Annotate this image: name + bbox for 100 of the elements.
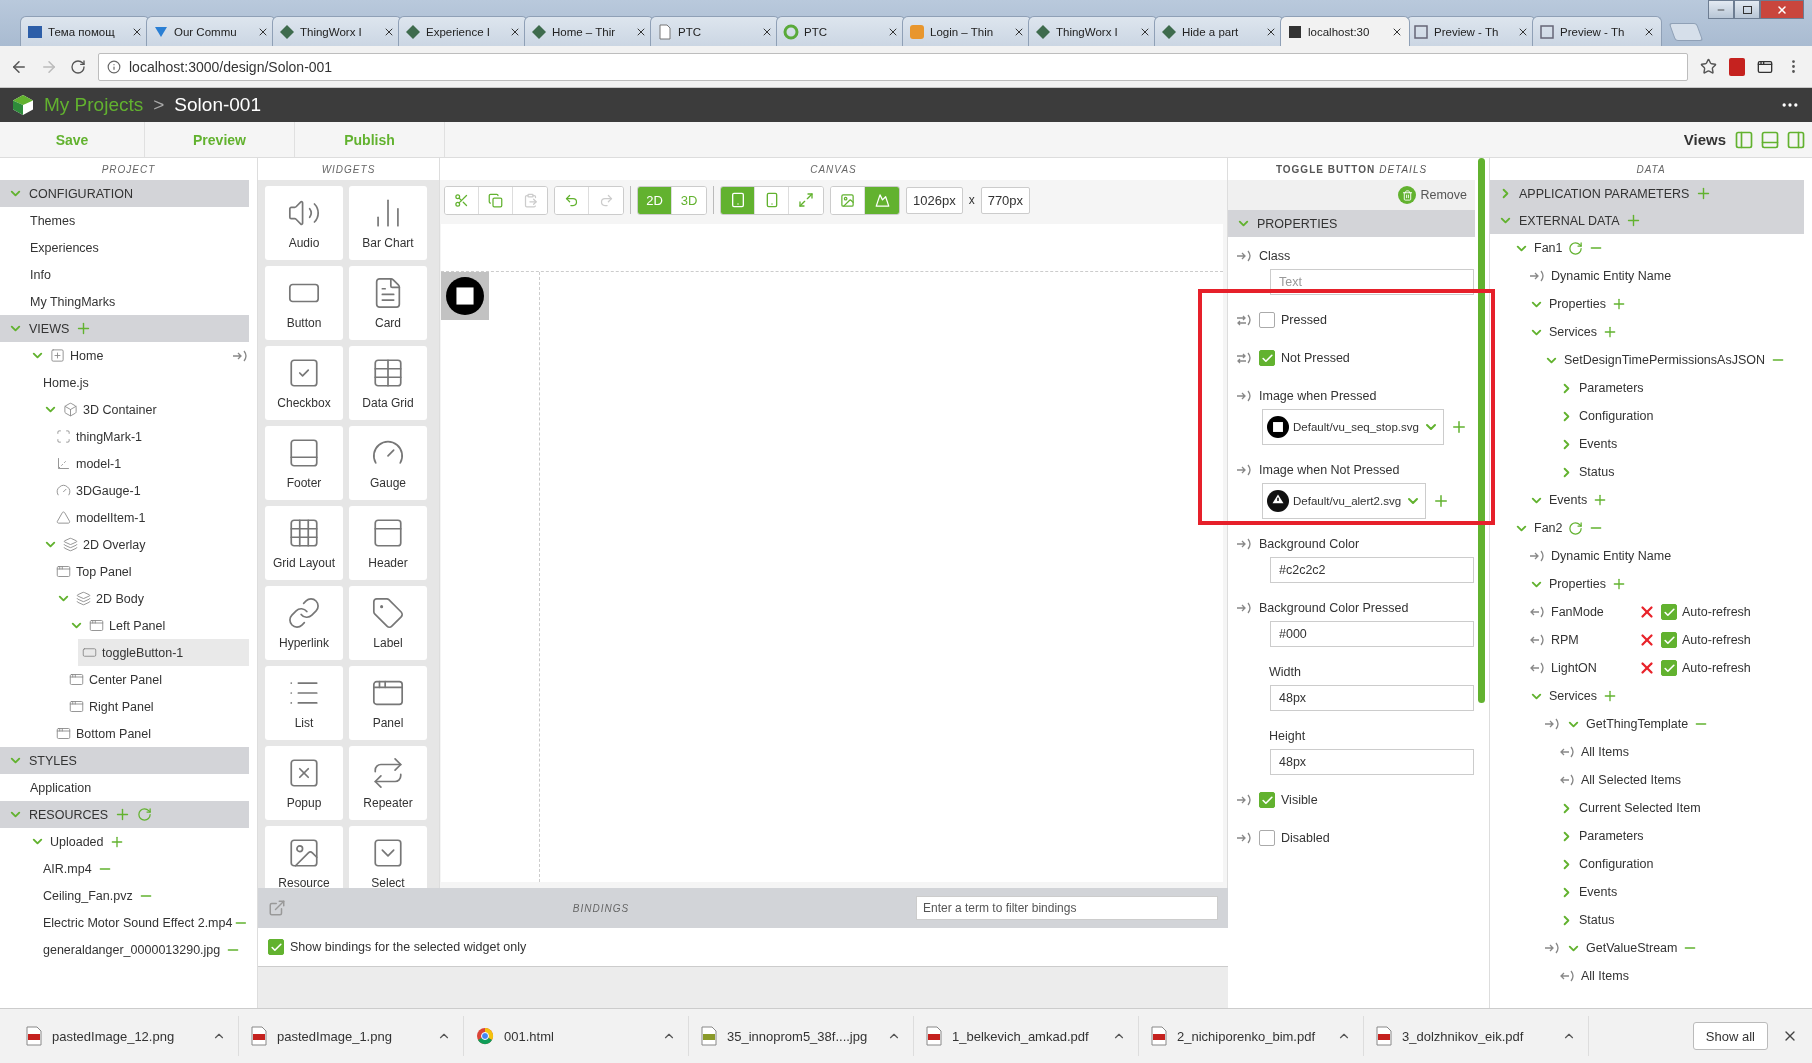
remove-button[interactable]: Remove <box>1398 186 1467 204</box>
tree-item[interactable]: All Items <box>1555 962 1804 990</box>
widget-tile[interactable]: Card <box>349 266 427 340</box>
tree-item[interactable]: 2D Body <box>52 585 249 612</box>
tree-item[interactable]: Properties <box>1525 290 1804 318</box>
widget-tile[interactable]: Footer <box>265 426 343 500</box>
tree-item[interactable]: Info <box>26 261 249 288</box>
tree-item[interactable]: modelItem-1 <box>52 504 249 531</box>
widget-tile[interactable]: Select <box>349 826 427 888</box>
section-header[interactable]: RESOURCES <box>0 801 249 828</box>
section-header[interactable]: VIEWS <box>0 315 249 342</box>
tree-item[interactable]: Configuration <box>1555 402 1804 430</box>
tree-item[interactable]: Right Panel <box>65 693 249 720</box>
tree-item[interactable]: Center Panel <box>65 666 249 693</box>
widget-tile[interactable]: Data Grid <box>349 346 427 420</box>
tree-item[interactable]: Application <box>26 774 249 801</box>
tree-item[interactable]: Bottom Panel <box>52 720 249 747</box>
tree-item[interactable]: Dynamic Entity Name <box>1525 262 1804 290</box>
breadcrumb-link[interactable]: My Projects <box>44 94 144 116</box>
browser-tab[interactable]: PTC <box>776 16 906 46</box>
tree-item[interactable]: Themes <box>26 207 249 234</box>
download-item[interactable]: 35_innoprom5_38f....jpg <box>689 1016 914 1056</box>
tree-item[interactable]: Parameters <box>1555 822 1804 850</box>
tree-item[interactable]: 3D Container <box>39 396 249 423</box>
image-select[interactable]: Default/vu_alert2.svg <box>1262 483 1427 519</box>
widget-tile[interactable]: Repeater <box>349 746 427 820</box>
tree-item[interactable]: GetValueStream <box>1540 934 1804 962</box>
tree-item[interactable]: Dynamic Entity Name <box>1525 542 1804 570</box>
tree-item[interactable]: My ThingMarks <box>26 288 249 315</box>
browser-tab[interactable]: localhost:30 <box>1280 16 1410 46</box>
tree-item[interactable]: FanMode Auto-refresh <box>1525 598 1804 626</box>
browser-tab[interactable]: ThingWorx I <box>1028 16 1158 46</box>
tree-item[interactable]: Home.js <box>39 369 249 396</box>
widget-tile[interactable]: Hyperlink <box>265 586 343 660</box>
section-header[interactable]: EXTERNAL DATA <box>1490 207 1804 234</box>
widget-tile[interactable]: Panel <box>349 666 427 740</box>
tree-item[interactable]: 3DGauge-1 <box>52 477 249 504</box>
widget-tile[interactable]: Label <box>349 586 427 660</box>
width-field[interactable]: 1026px <box>906 186 963 214</box>
tree-item[interactable]: Status <box>1555 458 1804 486</box>
height-field[interactable]: 770px <box>980 186 1031 214</box>
tree-item[interactable]: Events <box>1555 430 1804 458</box>
tree-item[interactable]: Parameters <box>1555 374 1804 402</box>
tree-item[interactable]: toggleButton-1 <box>78 639 249 666</box>
tree-item[interactable]: model-1 <box>52 450 249 477</box>
tree-item[interactable]: Services <box>1525 682 1804 710</box>
tree-item[interactable]: generaldanger_0000013290.jpg <box>39 936 249 963</box>
filter-field[interactable]: Enter a term to filter bindings <box>916 896 1218 920</box>
tree-item[interactable]: Current Selected Item <box>1555 794 1804 822</box>
tree-item[interactable]: Status <box>1555 906 1804 934</box>
input-field[interactable]: 48px <box>1270 685 1474 711</box>
tree-item[interactable]: RPM Auto-refresh <box>1525 626 1804 654</box>
widget-tile[interactable]: Gauge <box>349 426 427 500</box>
show-all-button[interactable]: Show all <box>1692 1022 1768 1050</box>
tree-item[interactable]: 2D Overlay <box>39 531 249 558</box>
input-field[interactable]: #000 <box>1270 621 1474 647</box>
tree-item[interactable]: Events <box>1555 878 1804 906</box>
browser-tab[interactable]: Preview - Th <box>1532 16 1662 46</box>
tree-item[interactable]: GetThingTemplate <box>1540 710 1804 738</box>
tree-item[interactable]: SetDesignTimePermissionsAsJSON <box>1540 346 1804 374</box>
tree-item[interactable]: Fan1 <box>1510 234 1804 262</box>
tree-item[interactable]: Services <box>1525 318 1804 346</box>
section-header[interactable]: CONFIGURATION <box>0 180 249 207</box>
tree-item[interactable]: Fan2 <box>1510 514 1804 542</box>
widget-tile[interactable]: Button <box>265 266 343 340</box>
address-field[interactable]: localhost:3000/design/Solon-001 <box>98 52 1688 81</box>
tree-item[interactable]: Events <box>1525 486 1804 514</box>
tree-item[interactable]: Configuration <box>1555 850 1804 878</box>
download-item[interactable]: 001.html <box>464 1016 689 1056</box>
section-header[interactable]: STYLES <box>0 747 249 774</box>
download-item[interactable]: 2_nichiporenko_bim.pdf <box>1139 1016 1364 1056</box>
download-item[interactable]: pastedImage_12.png <box>14 1016 239 1056</box>
tree-item[interactable]: Home <box>26 342 249 369</box>
section-header[interactable]: PROPERTIES <box>1228 210 1475 237</box>
tree-item[interactable]: Ceiling_Fan.pvz <box>39 882 249 909</box>
widget-tile[interactable]: Popup <box>265 746 343 820</box>
tree-item[interactable]: Properties <box>1525 570 1804 598</box>
tree-item[interactable]: Electric Motor Sound Effect 2.mp4 <box>39 909 249 936</box>
section-header[interactable]: APPLICATION PARAMETERS <box>1490 180 1804 207</box>
tree-item[interactable]: thingMark-1 <box>52 423 249 450</box>
tree-item[interactable]: All Selected Items <box>1555 766 1804 794</box>
widget-tile[interactable]: Checkbox <box>265 346 343 420</box>
widget-tile[interactable]: Bar Chart <box>349 186 427 260</box>
widget-tile[interactable]: Audio <box>265 186 343 260</box>
download-item[interactable]: 3_dolzhnikov_eik.pdf <box>1364 1016 1589 1056</box>
download-item[interactable]: 1_belkevich_amkad.pdf <box>914 1016 1139 1056</box>
tree-item[interactable]: AIR.mp4 <box>39 855 249 882</box>
tree-item[interactable]: Uploaded <box>26 828 249 855</box>
tree-item[interactable]: Left Panel <box>65 612 249 639</box>
widget-tile[interactable]: Grid Layout <box>265 506 343 580</box>
download-item[interactable]: pastedImage_1.png <box>239 1016 464 1056</box>
tree-item[interactable]: LightON Auto-refresh <box>1525 654 1804 682</box>
tree-item[interactable]: Experiences <box>26 234 249 261</box>
widget-tile[interactable]: Resource <box>265 826 343 888</box>
input-field[interactable]: 48px <box>1270 749 1474 775</box>
tree-item[interactable]: All Items <box>1555 738 1804 766</box>
widget-tile[interactable]: List <box>265 666 343 740</box>
widget-tile[interactable]: Header <box>349 506 427 580</box>
image-select[interactable]: Default/vu_seq_stop.svg <box>1262 409 1444 445</box>
tree-item[interactable]: Top Panel <box>52 558 249 585</box>
